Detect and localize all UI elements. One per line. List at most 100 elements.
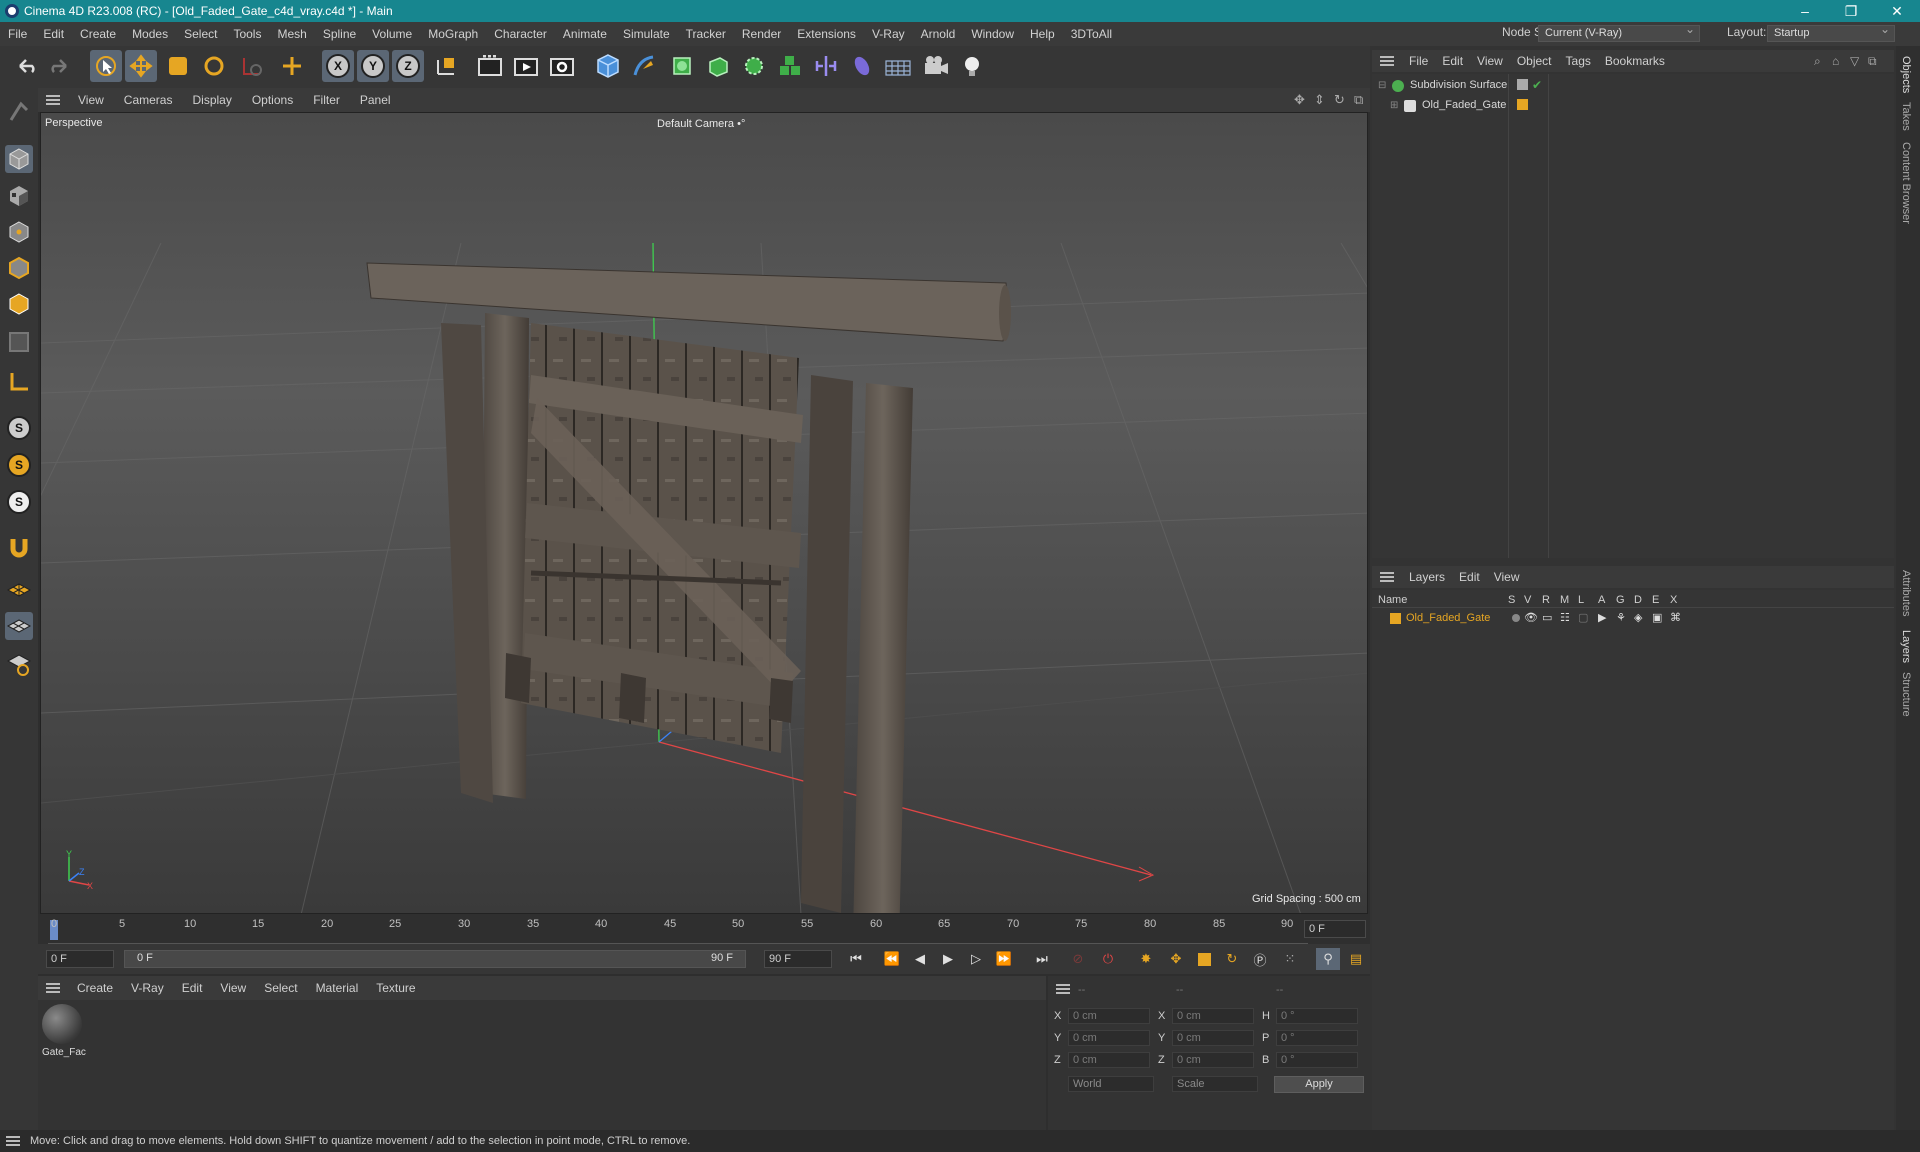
object-menu-object[interactable]: Object [1510, 54, 1559, 68]
axis-y-icon[interactable]: Y [357, 50, 389, 82]
pen-icon[interactable] [628, 50, 660, 82]
menu-tools[interactable]: Tools [225, 27, 269, 41]
layer-expressions-icon[interactable]: ▣ [1652, 611, 1662, 624]
texture-mode-icon[interactable] [5, 182, 33, 210]
perspective-viewport[interactable]: Perspective Default Camera •° Grid Spaci… [40, 112, 1368, 914]
object-menu-edit[interactable]: Edit [1435, 54, 1470, 68]
restore-button[interactable]: ❐ [1828, 0, 1874, 22]
size-x-field[interactable]: 0 cm [1172, 1008, 1254, 1024]
move-tool-alt-icon[interactable] [276, 50, 308, 82]
next-key-icon[interactable]: ⏩ [992, 948, 1016, 970]
goto-start-icon[interactable]: ⏮ [844, 948, 868, 970]
viewport-menu-view[interactable]: View [68, 93, 114, 107]
object-row[interactable]: ⊟ Subdivision Surface ✔ [1376, 78, 1886, 96]
menu-select[interactable]: Select [176, 27, 225, 41]
menu-mesh[interactable]: Mesh [269, 27, 314, 41]
menu-character[interactable]: Character [486, 27, 555, 41]
layer-animation-icon[interactable]: ▶ [1598, 611, 1606, 624]
status-menu-icon[interactable] [6, 1136, 20, 1146]
material-menu-edit[interactable]: Edit [173, 981, 212, 995]
collapse-icon[interactable]: ⊟ [1378, 80, 1386, 91]
next-frame-icon[interactable]: ▷ [964, 948, 988, 970]
key-param-icon[interactable]: Ⓟ [1248, 948, 1272, 970]
frame-range-slider[interactable]: 0 F 90 F [124, 950, 746, 968]
timeline-ruler[interactable]: 0 5 10 15 20 25 30 35 40 45 50 55 60 65 … [38, 914, 1370, 944]
object-menu-bookmarks[interactable]: Bookmarks [1598, 54, 1672, 68]
subdivision-icon[interactable] [666, 50, 698, 82]
key-scale-icon[interactable] [1192, 948, 1216, 970]
layer-menu-icon[interactable] [1380, 572, 1394, 582]
menu-animate[interactable]: Animate [555, 27, 615, 41]
rot-b-field[interactable]: 0 ° [1276, 1052, 1358, 1068]
current-frame-field[interactable]: 0 F [1304, 920, 1366, 938]
layer-deformers-icon[interactable]: ◈ [1634, 611, 1642, 624]
undo-icon[interactable] [10, 50, 42, 82]
render-view-icon[interactable] [510, 50, 542, 82]
tab-takes[interactable]: Takes [1900, 102, 1912, 131]
layer-generators-icon[interactable]: ⚘ [1616, 611, 1626, 624]
object-menu-view[interactable]: View [1470, 54, 1510, 68]
viewport-menu-options[interactable]: Options [242, 93, 303, 107]
key-pla-icon[interactable]: ⁙ [1278, 948, 1302, 970]
layer-solo-icon[interactable] [1512, 614, 1520, 622]
layer-color-swatch[interactable] [1517, 99, 1528, 110]
material-menu-texture[interactable]: Texture [367, 981, 424, 995]
edges-mode-icon[interactable] [5, 254, 33, 282]
object-row[interactable]: ⊞ Old_Faded_Gate [1376, 98, 1886, 116]
axis-z-icon[interactable]: Z [392, 50, 424, 82]
points-mode-icon[interactable] [5, 218, 33, 246]
move-icon[interactable] [125, 50, 157, 82]
viewport-menu-icon[interactable] [46, 95, 60, 105]
menu-3dtoall[interactable]: 3DToAll [1063, 27, 1120, 41]
cloner-icon[interactable] [774, 50, 806, 82]
minimize-button[interactable]: – [1782, 0, 1828, 22]
menu-vray[interactable]: V-Ray [864, 27, 913, 41]
size-z-field[interactable]: 0 cm [1172, 1052, 1254, 1068]
tab-layers[interactable]: Layers [1900, 630, 1912, 663]
object-filter-icon[interactable]: ▽ [1850, 54, 1859, 68]
layer-row[interactable]: Old_Faded_Gate 👁 ▭ ☷ ▢ ▶ ⚘ ◈ ▣ ⌘ [1372, 610, 1894, 628]
pos-z-field[interactable]: 0 cm [1068, 1052, 1150, 1068]
layer-view-icon[interactable]: 👁 [1524, 611, 1538, 624]
prev-key-icon[interactable]: ⏪ [880, 948, 904, 970]
menu-help[interactable]: Help [1022, 27, 1063, 41]
layer-render-icon[interactable]: ▭ [1542, 611, 1552, 624]
render-settings-icon[interactable] [546, 50, 578, 82]
floor-icon[interactable] [882, 50, 914, 82]
light-icon[interactable] [956, 50, 988, 82]
viewport-maximize-icon[interactable]: ⧉ [1354, 92, 1363, 108]
interpolation-icon[interactable]: ⚲ [1316, 948, 1340, 970]
material-menu-material[interactable]: Material [307, 981, 368, 995]
apply-button[interactable]: Apply [1274, 1076, 1364, 1093]
viewport-menu-filter[interactable]: Filter [303, 93, 350, 107]
rotate-icon[interactable] [198, 50, 230, 82]
layer-manager-icon[interactable]: ☷ [1560, 611, 1570, 624]
viewport-rotate-icon[interactable]: ↻ [1334, 92, 1345, 108]
make-editable-icon[interactable] [5, 98, 33, 126]
menu-edit[interactable]: Edit [35, 27, 72, 41]
layer-lock-icon[interactable]: ▢ [1578, 611, 1588, 624]
auto-key-icon[interactable]: ⏻ [1096, 948, 1120, 970]
menu-file[interactable]: File [0, 27, 35, 41]
redo-icon[interactable] [44, 50, 76, 82]
object-menu-tags[interactable]: Tags [1559, 54, 1598, 68]
record-keys-icon[interactable]: ⊘ [1066, 948, 1090, 970]
recent-tool-icon[interactable] [236, 50, 268, 82]
coordinate-system-icon[interactable] [430, 50, 462, 82]
material-menu-view[interactable]: View [211, 981, 255, 995]
prev-frame-icon[interactable]: ◀ [908, 948, 932, 970]
layer-xref-icon[interactable]: ⌘ [1670, 611, 1681, 624]
locked-workplane-icon[interactable] [5, 650, 33, 678]
model-mode-icon[interactable] [5, 145, 33, 173]
menu-spline[interactable]: Spline [315, 27, 364, 41]
pos-x-field[interactable]: 0 cm [1068, 1008, 1150, 1024]
size-y-field[interactable]: 0 cm [1172, 1030, 1254, 1046]
menu-create[interactable]: Create [72, 27, 124, 41]
snap-icon[interactable]: S [5, 414, 33, 442]
viewport-move-icon[interactable]: ✥ [1294, 92, 1305, 108]
menu-arnold[interactable]: Arnold [913, 27, 964, 41]
deformer-icon[interactable] [846, 50, 878, 82]
menu-tracker[interactable]: Tracker [678, 27, 734, 41]
snap-workplane-icon[interactable]: S [5, 488, 33, 516]
axis-mode-icon[interactable] [5, 368, 33, 396]
